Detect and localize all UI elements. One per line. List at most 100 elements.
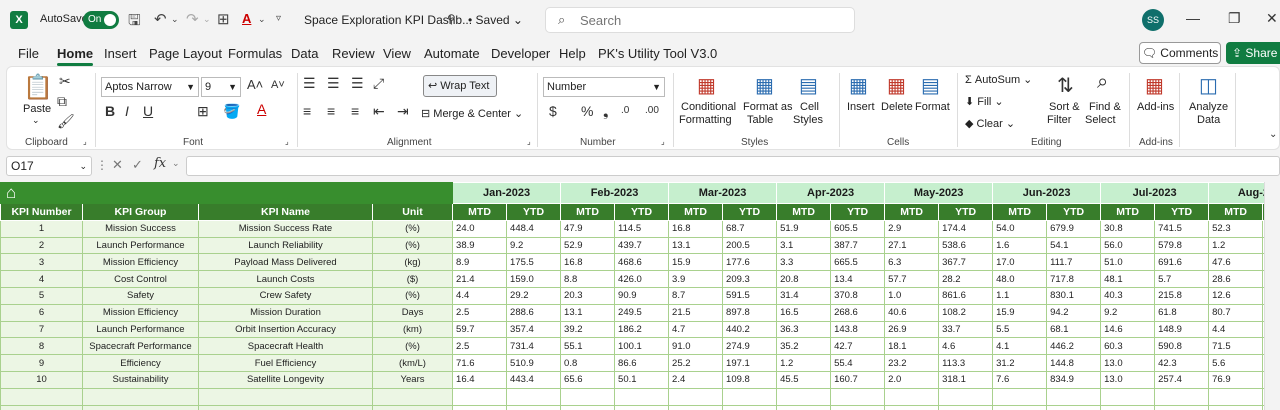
currency-icon[interactable]: $: [549, 103, 557, 119]
value-cell[interactable]: 367.7: [938, 253, 994, 272]
empty-cell[interactable]: [992, 404, 1048, 410]
value-cell[interactable]: 21.4: [452, 270, 508, 288]
value-cell[interactable]: 5.6: [1208, 354, 1264, 372]
home-cell[interactable]: ⌂: [0, 182, 454, 204]
bold-icon[interactable]: B: [105, 103, 115, 119]
value-cell[interactable]: 13.1: [560, 303, 616, 322]
value-cell[interactable]: 108.2: [938, 303, 994, 322]
tab-review[interactable]: Review: [332, 46, 375, 61]
kpi-group-cell[interactable]: Safety: [82, 286, 199, 305]
tab-file[interactable]: File: [18, 46, 39, 61]
unit-cell[interactable]: (%): [371, 286, 454, 305]
mtd-header[interactable]: MTD: [992, 203, 1048, 221]
empty-cell[interactable]: [938, 387, 994, 406]
value-cell[interactable]: 3.1: [776, 236, 832, 255]
empty-cell[interactable]: [884, 387, 940, 406]
value-cell[interactable]: 52.9: [560, 236, 616, 255]
kpi-name-cell[interactable]: Spacecraft Health: [198, 337, 373, 356]
tab-data[interactable]: Data: [291, 46, 318, 61]
value-cell[interactable]: 2.5: [452, 303, 508, 322]
value-cell[interactable]: 9.2: [506, 236, 562, 255]
value-cell[interactable]: 318.1: [938, 370, 994, 389]
tab-automate[interactable]: Automate: [424, 46, 480, 61]
empty-cell[interactable]: [884, 404, 940, 410]
user-avatar[interactable]: SS: [1142, 9, 1164, 31]
empty-cell[interactable]: [371, 404, 454, 410]
font-color-icon[interactable]: A: [257, 101, 266, 117]
value-cell[interactable]: 6.3: [884, 253, 940, 272]
kpi-group-cell[interactable]: Efficiency: [82, 354, 199, 372]
value-cell[interactable]: 605.5: [830, 219, 886, 238]
add-ins-button[interactable]: Add-ins: [1137, 101, 1174, 113]
value-cell[interactable]: 439.7: [614, 236, 670, 255]
value-cell[interactable]: 448.4: [506, 219, 562, 238]
wrap-text-button[interactable]: ↩ Wrap Text: [423, 75, 497, 97]
kpi-number-cell[interactable]: 3: [0, 253, 83, 272]
value-cell[interactable]: 741.5: [1154, 219, 1210, 238]
format-painter-icon[interactable]: 🖌: [57, 113, 75, 130]
value-cell[interactable]: 274.9: [722, 337, 778, 356]
value-cell[interactable]: 51.0: [1100, 253, 1156, 272]
search-input[interactable]: [580, 11, 840, 29]
underline-icon[interactable]: U: [143, 103, 153, 119]
font-name-select[interactable]: Aptos Narrow ▼: [101, 77, 199, 97]
format-as-table-button[interactable]: Format as: [743, 101, 793, 113]
value-cell[interactable]: 538.6: [938, 236, 994, 255]
value-cell[interactable]: 39.2: [560, 320, 616, 339]
find-select-button[interactable]: Find &: [1089, 101, 1121, 113]
value-cell[interactable]: 29.2: [506, 286, 562, 305]
decrease-decimal-icon[interactable]: .00: [645, 105, 659, 116]
redo-icon[interactable]: ↷: [186, 10, 199, 28]
empty-cell[interactable]: [614, 404, 670, 410]
month-header[interactable]: Jan-2023: [452, 182, 562, 204]
kpi-number-cell[interactable]: 2: [0, 236, 83, 255]
value-cell[interactable]: 54.0: [992, 219, 1048, 238]
align-right-icon[interactable]: ≡: [351, 103, 359, 119]
value-cell[interactable]: 591.5: [722, 286, 778, 305]
value-cell[interactable]: 7.6: [992, 370, 1048, 389]
value-cell[interactable]: 26.9: [884, 320, 940, 339]
value-cell[interactable]: 1.0: [884, 286, 940, 305]
undo-icon[interactable]: ↶: [154, 10, 167, 28]
value-cell[interactable]: 186.2: [614, 320, 670, 339]
value-cell[interactable]: 45.5: [776, 370, 832, 389]
value-cell[interactable]: 679.9: [1046, 219, 1102, 238]
unit-cell[interactable]: Years: [371, 370, 454, 389]
borders-icon[interactable]: ⊞: [217, 10, 230, 28]
empty-cell[interactable]: [1208, 404, 1264, 410]
value-cell[interactable]: 717.8: [1046, 270, 1102, 288]
value-cell[interactable]: 42.7: [830, 337, 886, 356]
value-cell[interactable]: 4.7: [668, 320, 724, 339]
empty-cell[interactable]: [0, 387, 83, 406]
saved-status[interactable]: • Saved ⌄: [468, 13, 523, 27]
value-cell[interactable]: 5.5: [992, 320, 1048, 339]
value-cell[interactable]: 144.8: [1046, 354, 1102, 372]
kpi-name-cell[interactable]: Orbit Insertion Accuracy: [198, 320, 373, 339]
percent-icon[interactable]: %: [581, 103, 593, 119]
month-header[interactable]: Feb-2023: [560, 182, 670, 204]
tab-developer[interactable]: Developer: [491, 46, 550, 61]
conditional-formatting-icon[interactable]: ▦: [697, 73, 716, 98]
value-cell[interactable]: 38.9: [452, 236, 508, 255]
value-cell[interactable]: 56.0: [1100, 236, 1156, 255]
font-color-icon[interactable]: A: [242, 11, 251, 26]
insert-cells-icon[interactable]: ▦: [849, 73, 868, 98]
value-cell[interactable]: 47.9: [560, 219, 616, 238]
close-icon[interactable]: ✕: [1266, 10, 1278, 27]
align-left-icon[interactable]: ≡: [303, 103, 311, 119]
orientation-icon[interactable]: ⤢: [373, 75, 384, 92]
value-cell[interactable]: 68.1: [1046, 320, 1102, 339]
increase-decimal-icon[interactable]: .0: [621, 105, 629, 116]
value-cell[interactable]: 16.8: [560, 253, 616, 272]
value-cell[interactable]: 100.1: [614, 337, 670, 356]
value-cell[interactable]: 4.1: [992, 337, 1048, 356]
empty-cell[interactable]: [452, 404, 508, 410]
value-cell[interactable]: 51.9: [776, 219, 832, 238]
value-cell[interactable]: 60.3: [1100, 337, 1156, 356]
value-cell[interactable]: 174.4: [938, 219, 994, 238]
value-cell[interactable]: 23.2: [884, 354, 940, 372]
value-cell[interactable]: 830.1: [1046, 286, 1102, 305]
comma-style-icon[interactable]: ❟: [603, 103, 609, 120]
unit-cell[interactable]: (%): [371, 219, 454, 238]
increase-font-icon[interactable]: A˄: [247, 77, 263, 92]
